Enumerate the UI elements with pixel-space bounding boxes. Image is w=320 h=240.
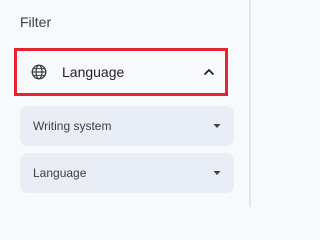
writing-system-select[interactable]: Writing system xyxy=(20,106,234,146)
language-section-header[interactable]: Language xyxy=(14,48,228,96)
globe-icon xyxy=(30,63,48,81)
dropdown-arrow-icon xyxy=(212,168,222,178)
language-select-label: Language xyxy=(33,166,87,180)
language-select[interactable]: Language xyxy=(20,153,234,193)
dropdown-arrow-icon xyxy=(212,121,222,131)
language-section-label: Language xyxy=(62,64,125,80)
writing-system-label: Writing system xyxy=(33,119,112,133)
panel-divider xyxy=(249,0,251,207)
filter-heading: Filter xyxy=(20,14,52,30)
chevron-up-icon[interactable] xyxy=(203,66,215,78)
